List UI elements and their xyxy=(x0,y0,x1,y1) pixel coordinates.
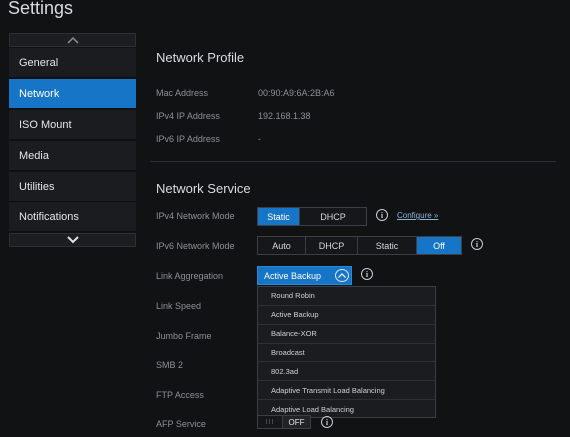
link-aggregation-value: Active Backup xyxy=(264,270,322,281)
ipv6-mode-static-button[interactable]: Static xyxy=(358,237,417,254)
dropdown-option[interactable]: 802.3ad xyxy=(258,362,435,382)
link-aggregation-dropdown: Round Robin Active Backup Balance-XOR Br… xyxy=(257,286,436,418)
ipv6-mode-segmented: Auto DHCP Static Off xyxy=(257,236,462,255)
dropdown-option[interactable]: Active Backup xyxy=(258,306,435,325)
sidebar-item-utilities[interactable]: Utilities xyxy=(9,172,136,202)
mac-address-label: Mac Address xyxy=(156,88,209,98)
toggle-grip: III xyxy=(265,418,275,426)
mac-address-value: 00:90:A9:6A:2B:A6 xyxy=(258,88,335,98)
ipv4-mode-static-button[interactable]: Static xyxy=(258,208,300,225)
ipv6-mode-off-button[interactable]: Off xyxy=(417,237,461,254)
sidebar-item-general[interactable]: General xyxy=(9,48,136,78)
ipv4-mode-dhcp-button[interactable]: DHCP xyxy=(300,208,366,225)
sidebar-item-label: Notifications xyxy=(19,210,79,223)
sidebar-item-label: Media xyxy=(19,149,49,162)
sidebar-item-label: Utilities xyxy=(19,180,55,193)
ipv4-address-value: 192.168.1.38 xyxy=(258,111,311,121)
chevron-up-icon xyxy=(66,36,79,44)
sidebar-scroll-up-button[interactable] xyxy=(9,33,136,47)
chevron-down-icon xyxy=(66,236,79,244)
sidebar-item-label: Network xyxy=(19,87,60,100)
link-aggregation-select[interactable]: Active Backup xyxy=(257,266,352,285)
dropdown-option[interactable]: Balance-XOR xyxy=(258,325,435,344)
info-icon[interactable]: i xyxy=(471,238,483,250)
info-icon[interactable]: i xyxy=(361,268,373,280)
page-title: Settings xyxy=(8,0,74,18)
sidebar-item-label: General xyxy=(19,56,59,69)
ipv4-mode-label: IPv4 Network Mode xyxy=(156,211,235,221)
dropdown-option[interactable]: Round Robin xyxy=(258,287,435,306)
afp-service-label: AFP Service xyxy=(156,419,206,429)
ipv4-mode-segmented: Static DHCP xyxy=(257,207,367,226)
smb2-label: SMB 2 xyxy=(156,360,184,370)
sidebar-item-label: ISO Mount xyxy=(19,118,72,131)
section-divider xyxy=(150,161,556,162)
sidebar-item-notifications[interactable]: Notifications xyxy=(9,202,136,232)
network-profile-title: Network Profile xyxy=(156,50,245,65)
network-service-title: Network Service xyxy=(156,181,251,196)
dropdown-option[interactable]: Broadcast xyxy=(258,344,435,363)
sidebar-item-media[interactable]: Media xyxy=(9,141,136,171)
info-icon[interactable]: i xyxy=(376,209,388,221)
sidebar: General Network ISO Mount Media Utilitie… xyxy=(9,33,136,247)
sidebar-item-iso-mount[interactable]: ISO Mount xyxy=(9,110,136,140)
link-aggregation-label: Link Aggregation xyxy=(156,271,224,281)
chevron-up-icon[interactable] xyxy=(335,269,349,282)
toggle-state: OFF xyxy=(282,416,310,428)
configure-link[interactable]: Configure » xyxy=(397,211,438,220)
link-speed-label: Link Speed xyxy=(156,301,202,311)
ipv6-mode-label: IPv6 Network Mode xyxy=(156,241,235,251)
ipv6-mode-dhcp-button[interactable]: DHCP xyxy=(306,237,358,254)
sidebar-item-network[interactable]: Network xyxy=(9,79,136,109)
jumbo-frame-label: Jumbo Frame xyxy=(156,331,212,341)
afp-service-toggle[interactable]: III OFF xyxy=(257,415,311,429)
ipv4-address-label: IPv4 IP Address xyxy=(156,111,220,121)
sidebar-scroll-down-button[interactable] xyxy=(9,233,136,247)
dropdown-option[interactable]: Adaptive Transmit Load Balancing xyxy=(258,381,435,401)
ipv6-address-value: - xyxy=(258,134,261,144)
ipv6-address-label: IPv6 IP Address xyxy=(156,134,220,144)
ftp-access-label: FTP Access xyxy=(156,390,204,400)
ipv6-mode-auto-button[interactable]: Auto xyxy=(258,237,306,254)
info-icon[interactable]: i xyxy=(321,416,333,428)
